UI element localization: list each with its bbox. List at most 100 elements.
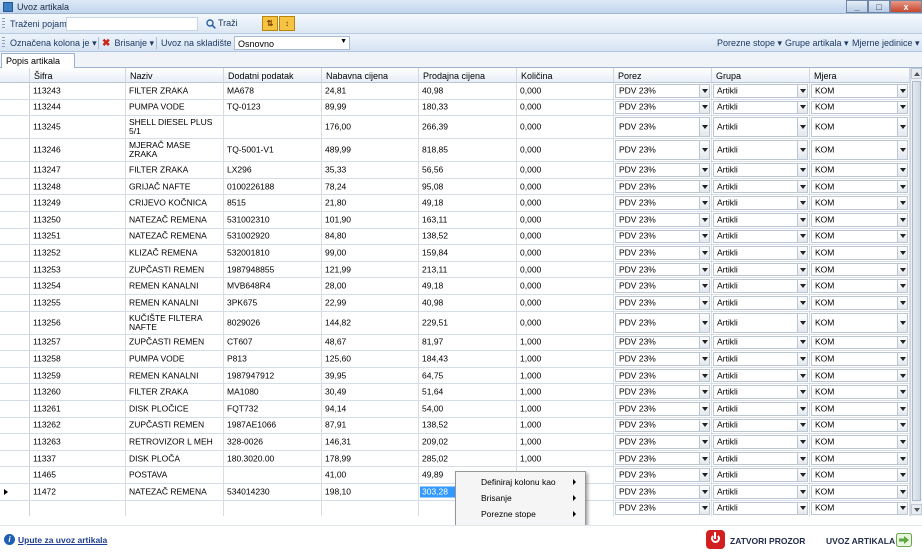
dropdown-button[interactable] xyxy=(797,403,807,415)
dropdown-button[interactable] xyxy=(897,336,907,349)
minimize-button[interactable]: _ xyxy=(846,0,868,13)
toolbar-grip-icon[interactable] xyxy=(2,18,5,30)
cell-select[interactable]: PDV 23% xyxy=(615,163,710,177)
dropdown-button[interactable] xyxy=(897,164,907,176)
table-cell[interactable]: ZUPČASTI REMEN xyxy=(126,334,224,351)
table-cell[interactable]: FQT732 xyxy=(224,401,322,417)
table-cell[interactable]: PDV 23% xyxy=(614,139,712,162)
table-cell[interactable]: 0,000 xyxy=(517,195,614,211)
table-cell[interactable]: CRIJEVO KOČNICA xyxy=(126,195,224,211)
table-cell[interactable]: 113254 xyxy=(30,278,126,294)
table-cell[interactable]: 113257 xyxy=(30,334,126,351)
table-cell[interactable]: KOM xyxy=(810,401,910,417)
dropdown-button[interactable] xyxy=(699,280,709,292)
table-cell[interactable]: Artikli xyxy=(712,162,810,178)
cell-select[interactable]: PDV 23% xyxy=(615,262,710,277)
dropdown-button[interactable] xyxy=(699,452,709,465)
dropdown-button[interactable] xyxy=(797,336,807,349)
table-cell[interactable]: 0,000 xyxy=(517,228,614,245)
dropdown-button[interactable] xyxy=(699,101,709,114)
table-cell[interactable]: NATEZAČ REMENA xyxy=(126,484,224,500)
table-cell[interactable]: 113244 xyxy=(30,99,126,116)
table-cell[interactable]: PDV 23% xyxy=(614,434,712,450)
table-cell[interactable]: Artikli xyxy=(712,295,810,311)
table-cell[interactable]: KOM xyxy=(810,367,910,384)
dropdown-button[interactable] xyxy=(797,502,807,515)
table-cell[interactable] xyxy=(126,500,224,516)
table-cell[interactable]: 113260 xyxy=(30,384,126,400)
cell-select[interactable]: PDV 23% xyxy=(615,485,710,499)
table-cell[interactable]: Artikli xyxy=(712,139,810,162)
table-cell[interactable]: 0,000 xyxy=(517,212,614,228)
cell-select[interactable]: KOM xyxy=(811,246,908,260)
dropdown-button[interactable] xyxy=(699,386,709,398)
cell-select[interactable]: PDV 23% xyxy=(615,335,710,350)
table-cell[interactable]: 1,000 xyxy=(517,434,614,450)
table-cell[interactable]: 28,00 xyxy=(322,278,419,294)
row-header[interactable] xyxy=(0,245,30,261)
dropdown-button[interactable] xyxy=(897,419,907,432)
table-row[interactable]: 113244 PUMPA VODE TQ-0123 89,99 180,33 0,000 P… xyxy=(0,99,910,117)
table-cell[interactable]: 40,98 xyxy=(419,295,517,311)
cell-select[interactable]: KOM xyxy=(811,451,908,466)
scroll-up-button[interactable] xyxy=(911,68,922,79)
cell-select[interactable]: KOM xyxy=(811,279,908,293)
table-cell[interactable]: PDV 23% xyxy=(614,367,712,384)
cell-select[interactable]: KOM xyxy=(811,418,908,433)
dropdown-button[interactable] xyxy=(699,297,709,309)
row-header[interactable] xyxy=(0,178,30,195)
cell-select[interactable]: Artikli xyxy=(713,262,808,277)
table-cell[interactable] xyxy=(322,500,419,516)
table-cell[interactable]: 113248 xyxy=(30,178,126,195)
tax-rates-menu-item[interactable]: Porezne stope xyxy=(457,506,584,522)
dropdown-button[interactable] xyxy=(699,336,709,349)
cell-select[interactable]: Artikli xyxy=(713,312,808,333)
table-cell[interactable]: 266,39 xyxy=(419,116,517,139)
dropdown-button[interactable] xyxy=(699,313,709,332)
table-cell[interactable]: 531002310 xyxy=(224,212,322,228)
table-cell[interactable]: DISK PLOČICE xyxy=(126,401,224,417)
dropdown-button[interactable] xyxy=(699,369,709,382)
table-cell[interactable]: 125,60 xyxy=(322,351,419,367)
dropdown-button[interactable] xyxy=(699,419,709,432)
table-cell[interactable]: Artikli xyxy=(712,178,810,195)
table-cell[interactable]: 113252 xyxy=(30,245,126,261)
row-header[interactable] xyxy=(0,99,30,116)
dropdown-button[interactable] xyxy=(897,118,907,137)
row-header[interactable] xyxy=(0,450,30,467)
table-cell[interactable]: 41,00 xyxy=(322,467,419,483)
cell-select[interactable]: Artikli xyxy=(713,246,808,260)
cell-select[interactable]: PDV 23% xyxy=(615,402,710,416)
cell-select[interactable]: KOM xyxy=(811,468,908,482)
dropdown-button[interactable] xyxy=(897,486,907,498)
cell-select[interactable]: KOM xyxy=(811,335,908,350)
table-cell[interactable]: 180.3020.00 xyxy=(224,450,322,467)
table-cell[interactable]: Artikli xyxy=(712,434,810,450)
cell-select[interactable]: PDV 23% xyxy=(615,229,710,244)
dropdown-button[interactable] xyxy=(699,141,709,160)
table-cell[interactable]: FILTER ZRAKA xyxy=(126,83,224,99)
cell-select[interactable]: PDV 23% xyxy=(615,368,710,383)
table-cell[interactable]: 49,18 xyxy=(419,278,517,294)
table-cell[interactable]: KOM xyxy=(810,116,910,139)
table-cell[interactable]: 818,85 xyxy=(419,139,517,162)
table-cell[interactable]: REMEN KANALNI xyxy=(126,278,224,294)
table-cell[interactable]: PUMPA VODE xyxy=(126,351,224,367)
table-row[interactable]: 113261 DISK PLOČICE FQT732 94,14 54,00 1,000 P… xyxy=(0,401,910,418)
table-cell[interactable]: 0,000 xyxy=(517,139,614,162)
row-header[interactable] xyxy=(0,116,30,139)
dropdown-button[interactable] xyxy=(897,85,907,97)
scroll-down-button[interactable] xyxy=(911,504,922,515)
table-cell[interactable]: 209,02 xyxy=(419,434,517,450)
table-cell[interactable]: PDV 23% xyxy=(614,417,712,434)
cell-select[interactable]: Artikli xyxy=(713,279,808,293)
column-header[interactable]: Naziv xyxy=(126,68,224,83)
table-cell[interactable]: MVB648R4 xyxy=(224,278,322,294)
cell-select[interactable]: Artikli xyxy=(713,179,808,194)
dropdown-button[interactable] xyxy=(699,469,709,481)
table-cell[interactable]: 489,99 xyxy=(322,139,419,162)
table-cell[interactable]: 180,33 xyxy=(419,99,517,116)
row-header[interactable] xyxy=(0,261,30,278)
delete-menu-item[interactable]: Brisanje xyxy=(457,490,584,506)
table-cell[interactable]: KOM xyxy=(810,228,910,245)
